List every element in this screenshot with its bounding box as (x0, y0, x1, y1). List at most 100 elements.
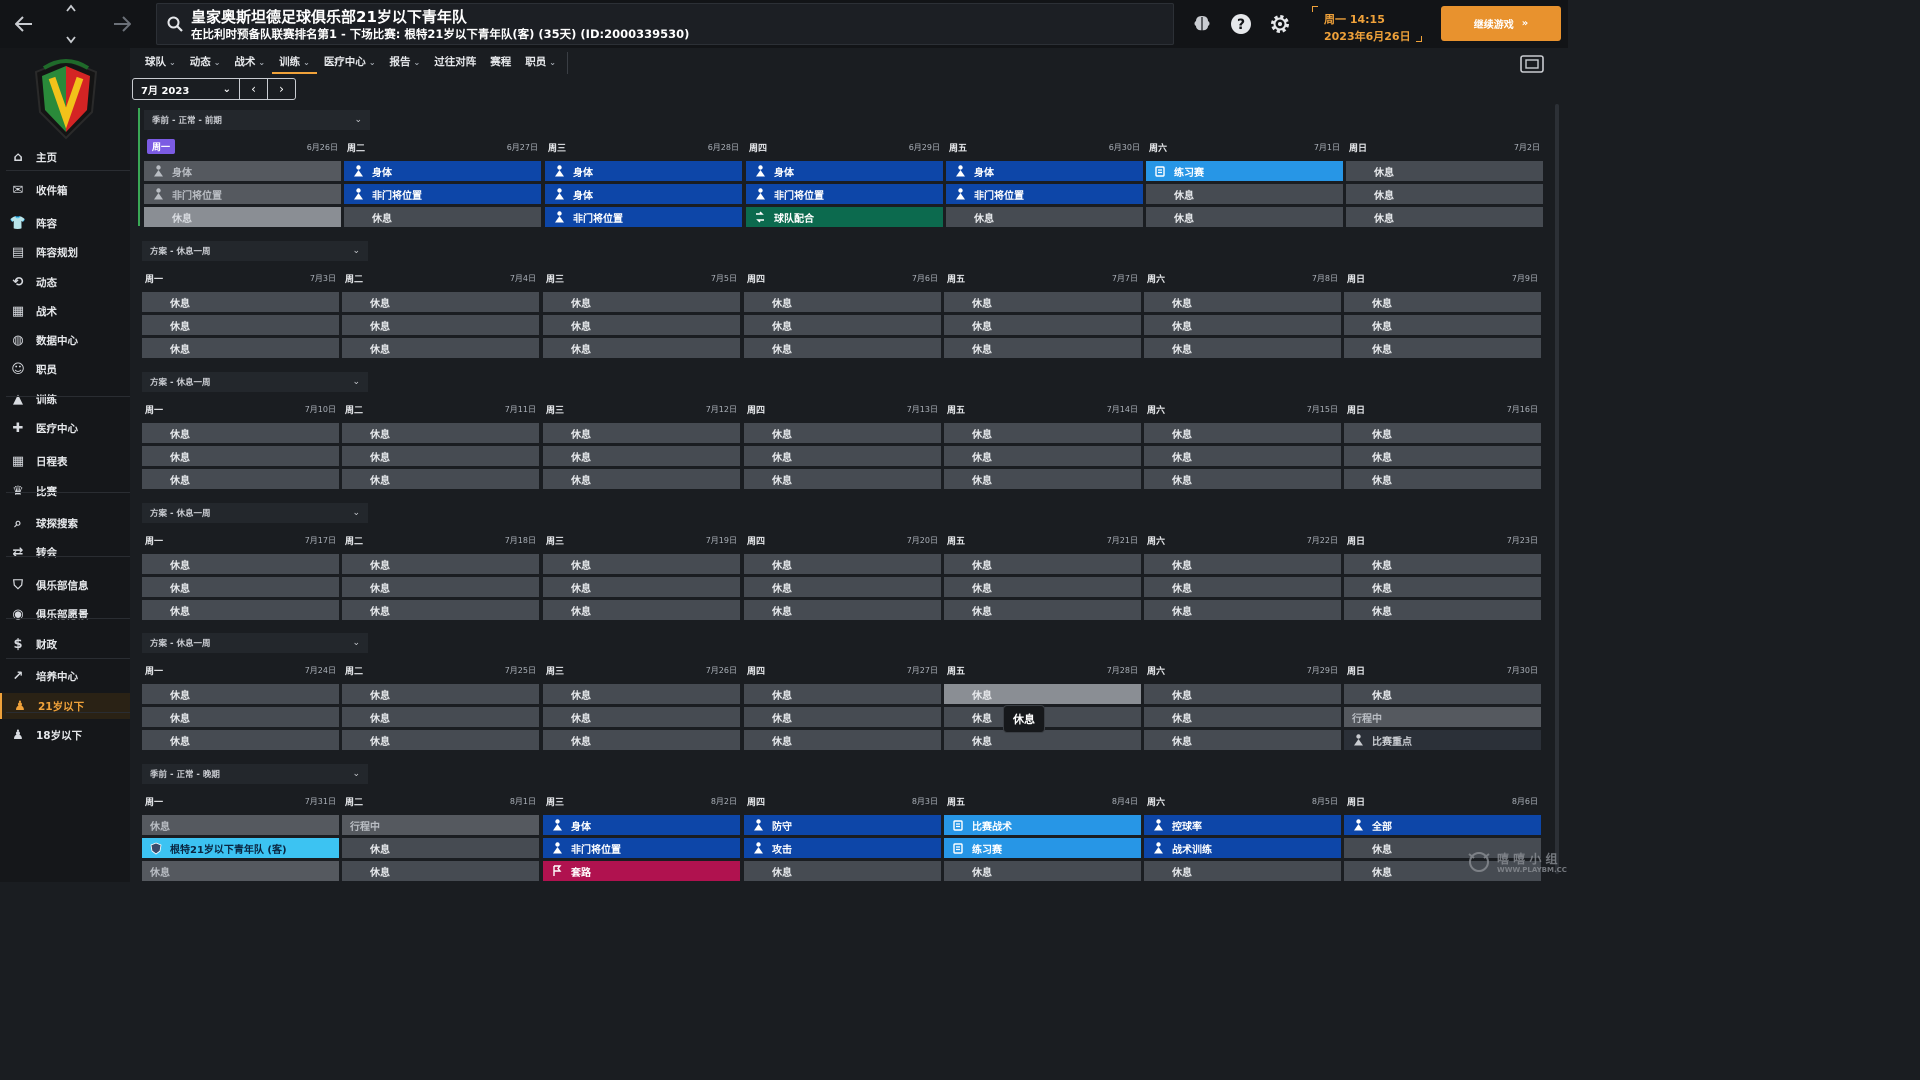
training-slot[interactable]: 身体 (543, 815, 740, 835)
training-slot[interactable]: 练习赛 (1146, 161, 1343, 181)
training-slot[interactable]: 休息 (543, 423, 740, 443)
training-slot[interactable]: 休息 (1346, 161, 1543, 181)
training-slot[interactable]: 休息 (142, 577, 339, 597)
training-slot[interactable]: 休息 (342, 338, 539, 358)
sidebar-item-dynamics[interactable]: ⟲ 动态 (0, 269, 130, 295)
training-slot[interactable]: 休息 (744, 554, 941, 574)
chevron-up-icon[interactable] (66, 4, 76, 12)
training-slot[interactable]: 身体 (344, 161, 541, 181)
training-slot[interactable]: 比赛战术 (944, 815, 1141, 835)
training-slot[interactable]: 休息 (744, 707, 941, 727)
training-slot[interactable]: 休息 (142, 315, 339, 335)
training-slot[interactable]: 休息 (543, 707, 740, 727)
training-slot[interactable]: 非门将位置 (746, 184, 943, 204)
training-slot[interactable]: 身体 (946, 161, 1143, 181)
training-slot[interactable]: 休息 (1346, 207, 1543, 227)
training-slot[interactable]: 身体 (545, 184, 742, 204)
training-slot[interactable]: 休息 (342, 469, 539, 489)
training-slot[interactable]: 休息 (1144, 315, 1341, 335)
week-plan-selector[interactable]: 季前 - 正常 - 晚期 ⌄ (142, 764, 368, 784)
training-slot[interactable]: 休息 (744, 684, 941, 704)
week-plan-selector[interactable]: 方案 - 休息一周 ⌄ (142, 241, 368, 261)
training-slot[interactable]: 休息 (1144, 730, 1341, 750)
training-slot[interactable]: 休息 (543, 338, 740, 358)
help-icon[interactable]: ? (1229, 12, 1253, 36)
training-slot[interactable]: 休息 (944, 684, 1141, 704)
sidebar-item-shirt[interactable]: 👕 阵容 (0, 210, 130, 236)
training-slot[interactable]: 休息 (543, 600, 740, 620)
training-slot[interactable]: 休息 (744, 423, 941, 443)
training-slot[interactable]: 休息 (1344, 315, 1541, 335)
training-slot[interactable]: 休息 (744, 315, 941, 335)
training-slot[interactable]: 休息 (1146, 207, 1343, 227)
training-slot[interactable]: 休息 (944, 577, 1141, 597)
month-select[interactable]: 7月 2023 ⌄ (133, 79, 239, 99)
training-slot[interactable]: 休息 (342, 684, 539, 704)
forward-arrow-icon[interactable] (108, 8, 136, 40)
training-slot[interactable]: 休息 (543, 315, 740, 335)
training-slot[interactable]: 非门将位置 (344, 184, 541, 204)
training-slot[interactable]: 休息 (142, 861, 339, 881)
training-slot[interactable]: 休息 (1146, 184, 1343, 204)
training-slot[interactable]: 休息 (142, 469, 339, 489)
week-plan-selector[interactable]: 方案 - 休息一周 ⌄ (142, 633, 368, 653)
sidebar-item-development[interactable]: ↗ 培养中心 (0, 663, 130, 689)
tab-5[interactable]: 报告 ⌄ (383, 52, 428, 74)
sidebar-item-finance[interactable]: $ 财政 (0, 631, 130, 657)
sidebar-item-shield[interactable]: ⛉ 俱乐部信息 (0, 572, 130, 598)
tab-8[interactable]: 职员 ⌄ (518, 52, 563, 74)
training-slot[interactable]: 休息 (342, 577, 539, 597)
training-slot[interactable]: 休息 (142, 707, 339, 727)
training-slot[interactable]: 休息 (142, 684, 339, 704)
training-slot[interactable]: 身体 (545, 161, 742, 181)
training-slot[interactable]: 套路 (543, 861, 740, 881)
training-slot[interactable]: 休息 (342, 554, 539, 574)
training-slot[interactable]: 休息 (1144, 423, 1341, 443)
training-slot[interactable]: 休息 (1144, 684, 1341, 704)
prev-month-button[interactable]: ‹ (239, 79, 267, 99)
training-slot[interactable]: 控球率 (1144, 815, 1341, 835)
training-slot[interactable]: 休息 (1144, 600, 1341, 620)
training-slot[interactable]: 休息 (543, 469, 740, 489)
continue-game-button[interactable]: 继续游戏 » (1441, 6, 1561, 41)
training-slot[interactable]: 休息 (142, 730, 339, 750)
training-slot[interactable]: 休息 (1344, 577, 1541, 597)
training-slot[interactable]: 休息 (142, 815, 339, 835)
vertical-scrollbar[interactable] (1555, 104, 1559, 874)
training-slot[interactable]: 休息 (344, 207, 541, 227)
training-slot[interactable]: 练习赛 (944, 838, 1141, 858)
tab-1[interactable]: 动态 ⌄ (183, 52, 228, 74)
training-slot[interactable]: 休息 (342, 730, 539, 750)
sidebar-item-medical[interactable]: ✚ 医疗中心 (0, 415, 130, 441)
training-slot[interactable]: 休息 (944, 292, 1141, 312)
sidebar-item-trophy[interactable]: ♛ 比赛 (0, 478, 130, 504)
chevron-down-icon[interactable] (66, 36, 76, 44)
training-slot[interactable]: 休息 (543, 577, 740, 597)
tab-2[interactable]: 战术 ⌄ (227, 52, 272, 74)
training-slot[interactable]: 休息 (1344, 338, 1541, 358)
sidebar-item-u21[interactable]: ♟ 21岁以下 (0, 693, 130, 719)
training-slot[interactable]: 比赛重点 (1344, 730, 1541, 750)
training-slot[interactable]: 非门将位置 (543, 838, 740, 858)
training-slot[interactable]: 非门将位置 (545, 207, 742, 227)
training-slot[interactable]: 休息 (142, 292, 339, 312)
club-crest-logo[interactable] (30, 56, 102, 142)
back-arrow-icon[interactable] (10, 8, 38, 40)
training-slot[interactable]: 休息 (944, 315, 1141, 335)
training-slot[interactable]: 休息 (1144, 469, 1341, 489)
week-plan-selector[interactable]: 方案 - 休息一周 ⌄ (142, 503, 368, 523)
training-slot[interactable]: 休息 (1144, 554, 1341, 574)
training-slot[interactable]: 球队配合 (746, 207, 943, 227)
training-slot[interactable]: 休息 (1344, 684, 1541, 704)
training-slot[interactable]: 非门将位置 (144, 184, 341, 204)
next-month-button[interactable]: › (267, 79, 295, 99)
up-down-nav[interactable] (60, 4, 82, 44)
tab-4[interactable]: 医疗中心 ⌄ (317, 52, 383, 74)
training-slot[interactable]: 休息 (944, 469, 1141, 489)
training-slot[interactable]: 休息 (543, 446, 740, 466)
training-slot[interactable]: 休息 (342, 861, 539, 881)
training-slot[interactable]: 防守 (744, 815, 941, 835)
training-slot[interactable]: 休息 (1344, 554, 1541, 574)
sidebar-item-u18[interactable]: ♟ 18岁以下 (0, 722, 130, 748)
search-box[interactable]: 皇家奥斯坦德足球俱乐部21岁以下青年队 在比利时预备队联赛排名第1 - 下场比赛… (156, 3, 1174, 45)
